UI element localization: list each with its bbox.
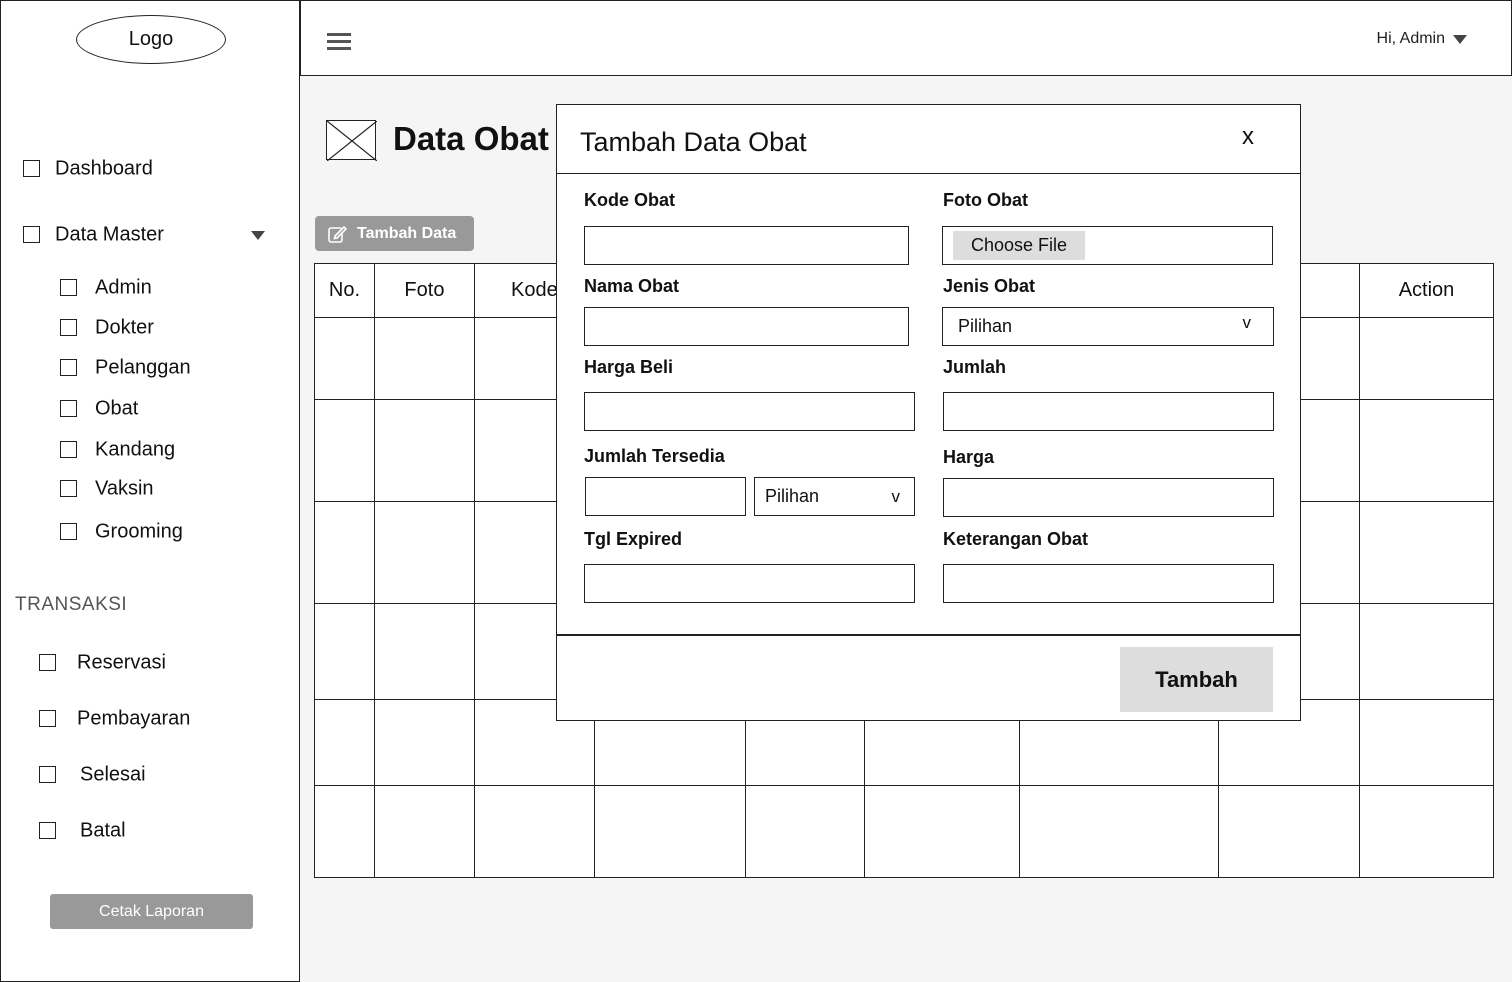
jumlah-tersedia-label: Jumlah Tersedia [584, 446, 725, 466]
keterangan-obat-input[interactable] [943, 564, 1274, 603]
sidebar-subitem-admin[interactable]: Admin [60, 276, 152, 298]
modal-header: Tambah Data Obat x [557, 105, 1300, 174]
sidebar-item-label: Pelanggan [95, 356, 191, 378]
sidebar-item-label: Kandang [95, 438, 176, 460]
foto-obat-file-input[interactable]: Choose File [942, 226, 1273, 265]
hamburger-menu-icon[interactable] [327, 33, 351, 51]
jumlah-input[interactable] [943, 392, 1274, 431]
checkbox-icon [60, 319, 77, 336]
choose-file-button[interactable]: Choose File [953, 231, 1086, 260]
sidebar-item-label: Vaksin [95, 477, 154, 499]
keterangan-obat-label: Keterangan Obat [943, 529, 1089, 549]
sidebar-item-pembayaran[interactable]: Pembayaran [39, 707, 190, 729]
select-value: Pilihan [958, 316, 1013, 336]
checkbox-icon [39, 654, 56, 671]
foto-obat-label: Foto Obat [943, 190, 1028, 210]
section-title-transaksi: TRANSAKSI [15, 594, 128, 615]
chevron-down-icon[interactable] [251, 231, 265, 240]
sidebar-item-label: Dokter [95, 316, 154, 338]
harga-label: Harga [943, 447, 995, 467]
sidebar-item-label: Selesai [80, 763, 146, 785]
cetak-laporan-button[interactable]: Cetak Laporan [50, 894, 253, 929]
harga-beli-label: Harga Beli [584, 357, 674, 377]
sidebar-subitem-vaksin[interactable]: Vaksin [60, 477, 154, 499]
tambah-data-label: Tambah Data [357, 224, 457, 242]
sidebar-subitem-dokter[interactable]: Dokter [60, 316, 154, 338]
sidebar-item-label: Obat [95, 397, 139, 419]
tambah-data-button[interactable]: Tambah Data [315, 216, 474, 251]
sidebar-item-selesai[interactable]: Selesai [39, 763, 146, 785]
checkbox-icon [39, 822, 56, 839]
checkbox-icon [39, 766, 56, 783]
checkbox-icon [60, 359, 77, 376]
checkbox-icon [60, 441, 77, 458]
harga-input[interactable] [943, 478, 1274, 517]
select-value: Pilihan [765, 486, 820, 506]
checkbox-icon [60, 523, 77, 540]
harga-beli-input[interactable] [584, 392, 915, 431]
kode-obat-label: Kode Obat [584, 190, 676, 210]
checkbox-icon [60, 279, 77, 296]
column-header: Action [1359, 263, 1494, 318]
sidebar-item-label: Dashboard [55, 157, 153, 179]
sidebar-item-label: Data Master [55, 223, 164, 245]
sidebar-item-reservasi[interactable]: Reservasi [39, 651, 166, 673]
checkbox-icon [60, 480, 77, 497]
image-placeholder-icon [326, 120, 378, 162]
column-header: Foto [373, 263, 475, 318]
chevron-down-icon: v [891, 487, 901, 506]
kode-obat-input[interactable] [584, 226, 909, 265]
sidebar-subitem-kandang[interactable]: Kandang [60, 438, 175, 460]
sidebar-subitem-grooming[interactable]: Grooming [60, 520, 183, 542]
modal-title: Tambah Data Obat [580, 127, 807, 157]
close-button[interactable]: x [1242, 123, 1254, 151]
sidebar-item-dashboard[interactable]: Dashboard [23, 157, 153, 179]
sidebar-item-label: Pembayaran [77, 707, 191, 729]
tambah-data-obat-modal: Tambah Data Obat x Kode Obat Nama Obat H… [556, 104, 1301, 721]
topbar: Hi, Admin [300, 0, 1512, 76]
page-title: Data Obat [393, 120, 549, 157]
logo-text: Logo [128, 28, 174, 50]
checkbox-icon [23, 226, 40, 243]
tambah-submit-button[interactable]: Tambah [1120, 647, 1273, 712]
sidebar-item-batal[interactable]: Batal [39, 819, 126, 841]
sidebar-subitem-obat[interactable]: Obat [60, 397, 138, 419]
sidebar-item-label: Batal [80, 819, 126, 841]
jenis-obat-label: Jenis Obat [943, 276, 1036, 296]
tgl-expired-input[interactable] [584, 564, 915, 603]
chevron-down-icon [1453, 34, 1467, 44]
checkbox-icon [60, 400, 77, 417]
jumlah-tersedia-unit-select[interactable]: Pilihan v [754, 477, 915, 516]
column-header: No. [314, 263, 375, 318]
sidebar-item-label: Grooming [95, 520, 183, 542]
user-menu[interactable]: Hi, Admin [1377, 30, 1467, 48]
checkbox-icon [39, 710, 56, 727]
logo[interactable]: Logo [76, 15, 226, 64]
modal-footer: Tambah [557, 634, 1300, 720]
sidebar-subitem-pelanggan[interactable]: Pelanggan [60, 356, 191, 378]
jumlah-tersedia-input[interactable] [585, 477, 746, 516]
edit-icon [328, 225, 347, 243]
tgl-expired-label: Tgl Expired [584, 529, 683, 549]
jumlah-label: Jumlah [943, 357, 1007, 377]
jenis-obat-select[interactable]: Pilihan v [942, 307, 1274, 346]
sidebar-item-label: Reservasi [77, 651, 166, 673]
table-row [314, 785, 1494, 878]
sidebar: Logo Dashboard Data Master Admin Dokter … [0, 0, 300, 982]
user-greeting: Hi, Admin [1376, 30, 1445, 47]
checkbox-icon [23, 160, 40, 177]
nama-obat-input[interactable] [584, 307, 909, 346]
chevron-down-icon: v [1242, 313, 1252, 332]
sidebar-item-data-master[interactable]: Data Master [23, 223, 268, 245]
sidebar-item-label: Admin [95, 276, 152, 298]
nama-obat-label: Nama Obat [584, 276, 680, 296]
